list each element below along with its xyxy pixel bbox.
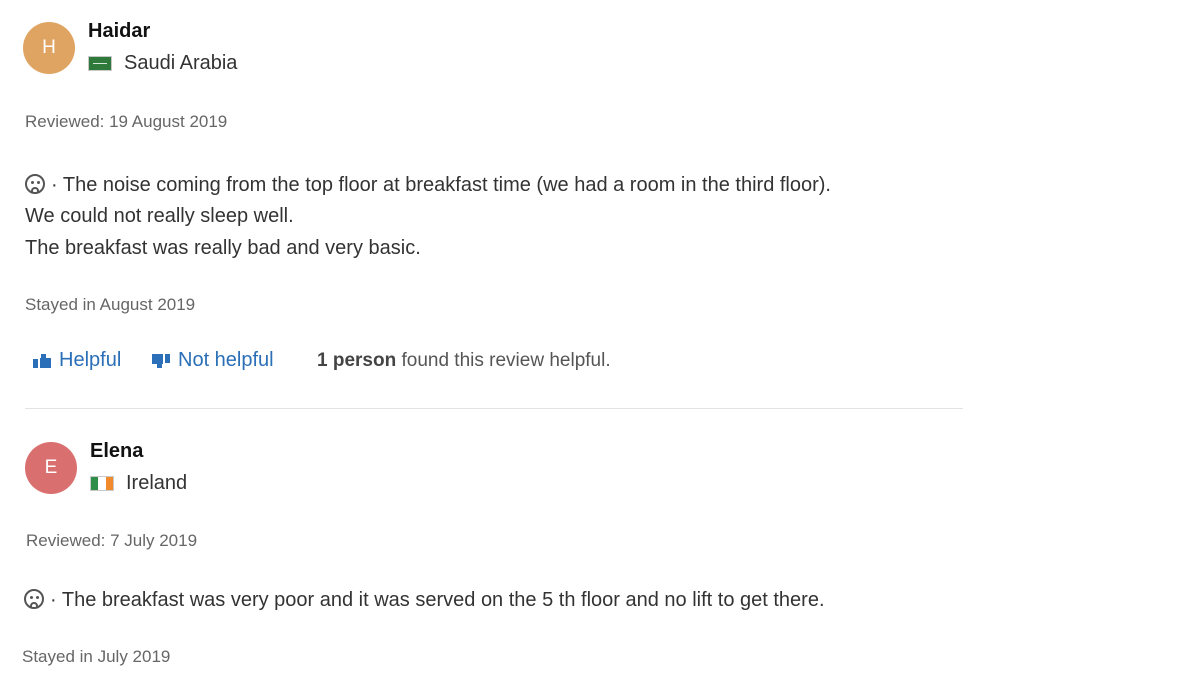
helpful-count-text: found this review helpful.: [396, 350, 611, 371]
stay-date: Stayed in July 2019: [22, 647, 171, 666]
avatar: H: [23, 22, 75, 74]
review-negative-text: · The breakfast was very poor and it was…: [24, 589, 825, 612]
country-label: Ireland: [126, 472, 188, 494]
thumbs-up-icon: [33, 353, 51, 368]
thumbs-down-icon: [152, 353, 170, 368]
not-helpful-label: Not helpful: [178, 349, 274, 371]
avatar: E: [25, 442, 77, 494]
helpful-label: Helpful: [59, 349, 122, 371]
stay-date: Stayed in August 2019: [25, 295, 196, 314]
saudi-arabia-flag-icon: [88, 56, 112, 71]
country-label: Saudi Arabia: [124, 52, 238, 74]
frown-icon: [25, 174, 45, 194]
reviewer-name: Elena: [90, 440, 144, 462]
ireland-flag-icon: [90, 476, 114, 491]
frown-icon: [24, 589, 44, 609]
reviewer-country: Saudi Arabia: [88, 52, 237, 75]
review-text-line: · The noise coming from the top floor at…: [51, 174, 831, 196]
not-helpful-button[interactable]: Not helpful: [152, 349, 274, 372]
review-text-line: We could not really sleep well.: [25, 205, 294, 227]
helpful-count-number: 1 person: [317, 350, 397, 371]
helpful-count: 1 person found this review helpful.: [317, 350, 611, 372]
review-date: Reviewed: 19 August 2019: [25, 112, 228, 131]
review-date: Reviewed: 7 July 2019: [26, 531, 198, 550]
review-negative-text: · The noise coming from the top floor at…: [25, 174, 831, 197]
reviewer-name: Haidar: [88, 20, 151, 42]
helpful-button[interactable]: Helpful: [33, 349, 121, 372]
review-text-line: The breakfast was really bad and very ba…: [25, 237, 421, 259]
reviewer-country: Ireland: [90, 472, 187, 495]
review-divider: [25, 408, 963, 409]
review-text-line: · The breakfast was very poor and it was…: [50, 589, 825, 611]
